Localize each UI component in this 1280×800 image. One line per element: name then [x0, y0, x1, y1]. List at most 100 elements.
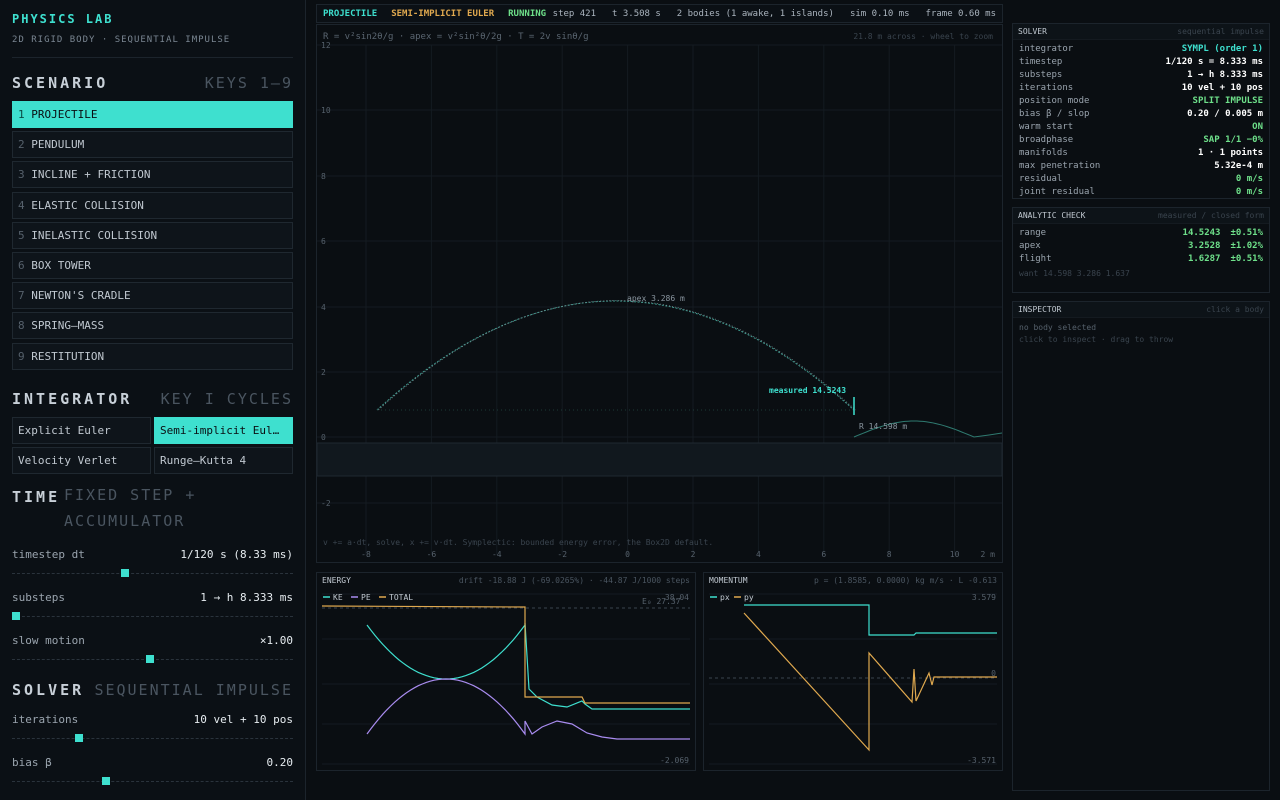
param-slider[interactable]	[12, 654, 293, 663]
solver-row-value: SYMPL (order 1)	[1181, 44, 1263, 54]
analytic-error: ±0.51%	[1230, 228, 1263, 238]
status-state: RUNNING	[508, 8, 547, 19]
y-tick: -2	[321, 499, 331, 508]
y-tick: 8	[321, 172, 326, 181]
scenario-key: 3	[18, 168, 25, 182]
param-timestep-dt: timestep dt 1/120 s (8.33 ms)	[12, 548, 293, 577]
solver-row: bias β / slop 0.20 / 0.005 m	[1013, 108, 1269, 121]
slider-track[interactable]	[12, 780, 293, 782]
sim-viewport[interactable]: R = v²sin2θ/g · apex = v²sin²θ/2g · T = …	[316, 24, 1003, 563]
scenario-item-newton-s-cradle[interactable]: 7 NEWTON'S CRADLE	[12, 282, 293, 310]
analytic-error: ±1.02%	[1230, 241, 1263, 251]
scenario-item-incline-friction[interactable]: 3 INCLINE + FRICTION	[12, 161, 293, 189]
integrator-header: INTEGRATOR KEY I CYCLES	[12, 390, 293, 408]
scenario-key: 1	[18, 108, 25, 121]
solver-row-value: 0.20 / 0.005 m	[1187, 109, 1263, 119]
analytic-key: flight	[1019, 254, 1052, 264]
y-tick: 6	[321, 237, 326, 246]
scenario-item-spring-mass[interactable]: 8 SPRING–MASS	[12, 312, 293, 340]
param-label: slow motion	[12, 633, 85, 647]
scenario-title: SCENARIO	[12, 74, 109, 92]
analytic-error: ±0.51%	[1230, 254, 1263, 264]
status-bar-wrap: PROJECTILE SEMI-IMPLICIT EULER RUNNING s…	[316, 4, 1003, 23]
solver-rows: integrator SYMPL (order 1) timestep 1/120 s…	[1013, 40, 1269, 199]
solver-row-value: 5.32e-4 m	[1214, 161, 1263, 171]
momentum-stats: p = (1.8585, 0.0000) kg m/s · L -0.613	[813, 576, 997, 585]
param-row: iterations 10 vel + 10 pos	[12, 713, 293, 726]
scenario-item-restitution[interactable]: 9 RESTITUTION	[12, 342, 293, 370]
y-tick: 2	[321, 368, 326, 377]
param-value: 10 vel + 10 pos	[193, 712, 293, 726]
scenario-label: ELASTIC COLLISION	[31, 198, 144, 212]
analytic-measured: 1.6287	[1187, 254, 1221, 264]
slider-knob[interactable]	[145, 654, 154, 663]
slider-knob[interactable]	[74, 733, 83, 742]
legend-label: TOTAL	[389, 593, 413, 602]
scenario-item-pendulum[interactable]: 2 PENDULUM	[12, 131, 293, 159]
scenario-item-box-tower[interactable]: 6 BOX TOWER	[12, 251, 293, 279]
scenario-key: 2	[18, 138, 25, 152]
scenario-label: RESTITUTION	[31, 349, 105, 363]
param-row: bias β 0.20	[12, 756, 293, 769]
scenario-item-inelastic-collision[interactable]: 5 INELASTIC COLLISION	[12, 221, 293, 249]
integrator-option[interactable]: Semi-implicit Eul…	[154, 416, 293, 444]
slider-knob[interactable]	[102, 776, 111, 785]
scenario-label: PROJECTILE	[31, 108, 98, 121]
inspector-note: click a body	[1206, 305, 1264, 314]
inspector-panel: INSPECTOR click a body no body selected …	[1012, 301, 1270, 791]
status-integrator: SEMI-IMPLICIT EULER	[391, 8, 495, 19]
solver-row-value: SAP 1/1 −0%	[1203, 135, 1263, 145]
sim-formula: R = v²sin2θ/g · apex = v²sin²θ/2g · T = …	[323, 32, 589, 42]
integrator-option[interactable]: Runge–Kutta 4	[154, 446, 293, 474]
analytic-measured: 3.2528	[1187, 241, 1221, 251]
integrator-title: INTEGRATOR	[12, 389, 133, 408]
solver-row-value: 1/120 s = 8.333 ms	[1165, 57, 1263, 67]
status-stats: step 421 t 3.508 s 2 bodies (1 awake, 1 …	[553, 9, 996, 19]
param-row: slow motion ×1.00	[12, 634, 293, 647]
energy-chart: KE PE TOTAL E₀ 27.3738.04-2.069	[321, 593, 690, 765]
status-bodies: 2 bodies (1 awake, 1 islands)	[676, 8, 834, 19]
solver-row-value: 10 vel + 10 pos	[1181, 83, 1263, 93]
energy-bottom: -2.069	[660, 756, 689, 765]
solver-row: timestep 1/120 s = 8.333 ms	[1013, 56, 1269, 69]
slider-knob[interactable]	[12, 611, 20, 620]
energy-panel: ENERGY drift -18.88 J (-69.0265%) · -44.…	[316, 572, 696, 771]
momentum-bottom: -3.571	[967, 756, 996, 765]
slider-track[interactable]	[12, 615, 293, 617]
measured-label: measured 14.5243	[769, 386, 846, 395]
solver-row-key: residual	[1019, 174, 1063, 184]
scenario-label: INELASTIC COLLISION	[31, 228, 158, 242]
momentum-top: 3.579	[972, 593, 996, 602]
solver-header: SOLVER SEQUENTIAL IMPULSE	[12, 681, 293, 699]
momentum-panel: MOMENTUM p = (1.8585, 0.0000) kg m/s · L…	[703, 572, 1003, 771]
scenario-item-projectile[interactable]: 1 PROJECTILE	[12, 101, 293, 128]
total-series	[321, 605, 690, 704]
scenario-key: 6	[18, 258, 25, 272]
sim-canvas[interactable]: R = v²sin2θ/g · apex = v²sin²θ/2g · T = …	[317, 25, 1002, 562]
slider-track[interactable]	[12, 572, 293, 574]
scenario-item-elastic-collision[interactable]: 4 ELASTIC COLLISION	[12, 191, 293, 219]
param-slider[interactable]	[12, 568, 293, 577]
solver-row-key: manifolds	[1019, 148, 1068, 158]
scenario-key: 7	[18, 289, 25, 303]
analytic-header: ANALYTIC CHECK measured / closed form	[1013, 208, 1269, 224]
integrator-option[interactable]: Velocity Verlet	[12, 446, 151, 474]
analytic-value: 1.6287 ±0.51%	[1188, 253, 1263, 266]
scenario-note: KEYS 1–9	[204, 74, 293, 92]
param-substeps: substeps 1 → h 8.333 ms	[12, 591, 293, 620]
param-slider[interactable]	[12, 611, 293, 620]
solver-panel-header: SOLVER sequential impulse	[1013, 24, 1269, 40]
param-slider[interactable]	[12, 733, 293, 742]
solver-row-key: joint residual	[1019, 187, 1095, 197]
param-label: substeps	[12, 590, 65, 604]
integrator-option[interactable]: Explicit Euler	[12, 416, 151, 444]
param-value: ×1.00	[259, 633, 293, 647]
param-slider[interactable]	[12, 776, 293, 785]
slider-knob[interactable]	[121, 568, 130, 577]
slider-track[interactable]	[12, 737, 293, 739]
solver-row-key: position mode	[1019, 96, 1090, 106]
legend-label: py	[744, 593, 754, 602]
time-note: FIXED STEP + ACCUMULATOR	[64, 485, 197, 530]
scenario-key: 9	[18, 349, 25, 363]
solver-note: SEQUENTIAL IMPULSE	[94, 680, 293, 699]
